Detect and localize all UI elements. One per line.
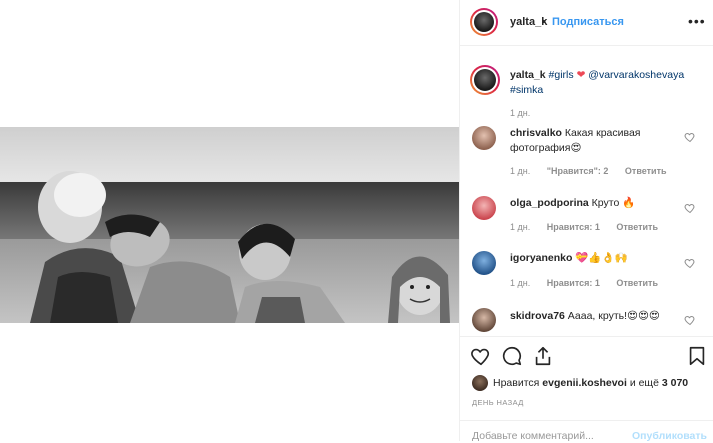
- liked-count[interactable]: 3 070: [662, 377, 688, 389]
- comment-item: skidrova76 Аааа, круть!😍😍😍: [510, 309, 680, 324]
- comment-avatar[interactable]: [472, 126, 496, 150]
- comment-icon[interactable]: [501, 345, 523, 367]
- caption-hashtag[interactable]: #girls: [549, 69, 574, 81]
- follow-button[interactable]: Подписаться: [552, 16, 624, 28]
- comment-time[interactable]: 1 дн.: [510, 166, 530, 176]
- comments-list[interactable]: yalta_k #girls ❤ @varvarakoshevaya #simk…: [460, 46, 713, 336]
- liked-middle: и ещё: [629, 377, 659, 389]
- header-separator: •: [542, 16, 546, 28]
- comment-meta: 1 дн. Нравится: 1 Ответить: [510, 278, 658, 288]
- comment-username[interactable]: skidrova76: [510, 310, 565, 322]
- comment-text: Аааа, круть!😍😍😍: [567, 310, 660, 322]
- comment-avatar[interactable]: [472, 196, 496, 220]
- comment-item: olga_podporina Круто 🔥: [510, 196, 680, 211]
- comment-likes[interactable]: Нравится: 1: [547, 278, 600, 288]
- comment-like-icon[interactable]: [684, 257, 696, 269]
- reply-button[interactable]: Ответить: [625, 166, 667, 176]
- post-actions: Нравится evgenii.koshevoi и ещё 3 070 ДЕ…: [460, 336, 713, 442]
- more-options-icon[interactable]: •••: [688, 13, 706, 29]
- caption-hashtag[interactable]: #simka: [510, 84, 543, 96]
- comment-avatar[interactable]: [472, 251, 496, 275]
- comment-username[interactable]: chrisvalko: [510, 127, 562, 139]
- post-photo-image: [0, 127, 459, 323]
- comment-likes[interactable]: Нравится: 1: [547, 222, 600, 232]
- comment-text: Круто 🔥: [591, 197, 636, 209]
- comment-time[interactable]: 1 дн.: [510, 222, 530, 232]
- comment-time[interactable]: 1 дн.: [510, 278, 530, 288]
- comment-input[interactable]: [472, 430, 622, 442]
- comment-username[interactable]: olga_podporina: [510, 197, 589, 209]
- caption-avatar[interactable]: [470, 65, 500, 95]
- comment-like-icon[interactable]: [684, 202, 696, 214]
- reply-button[interactable]: Ответить: [616, 278, 658, 288]
- comment-text: 💝👍👌🙌: [575, 252, 628, 264]
- heart-icon[interactable]: [470, 345, 492, 367]
- liked-prefix: Нравится: [493, 377, 540, 389]
- publish-button[interactable]: Опубликовать: [632, 430, 707, 442]
- caption: yalta_k #girls ❤ @varvarakoshevaya #simk…: [510, 68, 700, 98]
- comment-item: chrisvalko Какая красивая фотография😍: [510, 126, 680, 156]
- header-avatar[interactable]: [470, 8, 498, 36]
- comment-like-icon[interactable]: [684, 314, 696, 326]
- add-comment-bar: Опубликовать: [460, 420, 713, 443]
- caption-mention[interactable]: @varvarakoshevaya: [588, 69, 684, 81]
- comment-meta: 1 дн. "Нравится": 2 Ответить: [510, 166, 667, 176]
- bookmark-icon[interactable]: [686, 345, 708, 367]
- liked-by-avatar[interactable]: [472, 375, 488, 391]
- post-date[interactable]: ДЕНЬ НАЗАД: [472, 398, 524, 407]
- liked-user[interactable]: evgenii.koshevoi: [542, 377, 627, 389]
- comment-likes[interactable]: "Нравится": 2: [547, 166, 609, 176]
- caption-time[interactable]: 1 дн.: [510, 108, 530, 118]
- comment-meta: 1 дн. Нравится: 1 Ответить: [510, 222, 658, 232]
- liked-by: Нравится evgenii.koshevoi и ещё 3 070: [493, 377, 688, 389]
- comment-item: igoryanenko 💝👍👌🙌: [510, 251, 680, 266]
- post-side-panel: yalta_k • Подписаться ••• yalta_k #girls…: [459, 0, 713, 442]
- post-photo[interactable]: [0, 127, 459, 323]
- caption-username[interactable]: yalta_k: [510, 69, 546, 81]
- comment-avatar[interactable]: [472, 308, 496, 332]
- post-header: yalta_k • Подписаться •••: [460, 0, 713, 46]
- media-pane: [0, 0, 459, 441]
- comment-username[interactable]: igoryanenko: [510, 252, 572, 264]
- reply-button[interactable]: Ответить: [616, 222, 658, 232]
- heart-emoji: ❤: [576, 69, 586, 81]
- comment-like-icon[interactable]: [684, 131, 696, 143]
- share-icon[interactable]: [532, 345, 554, 367]
